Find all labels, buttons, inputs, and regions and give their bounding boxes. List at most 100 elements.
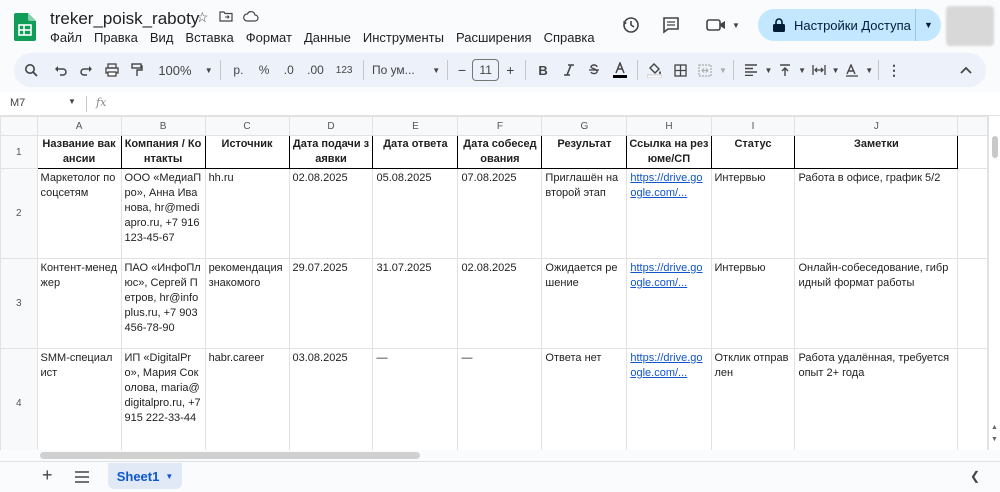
share-dropdown-icon[interactable]: ▼ [916, 20, 941, 30]
menu-item[interactable]: Расширения [456, 30, 532, 45]
comment-icon[interactable] [660, 14, 682, 36]
column-header-empty[interactable] [957, 116, 988, 136]
header-cell[interactable]: Дата подачи заявки [288, 135, 374, 169]
cell[interactable]: ООО «МедиаПро», Анна Иванова, hr@mediapr… [120, 168, 206, 259]
scroll-up-icon[interactable]: ▲ [991, 424, 998, 431]
zoom-select[interactable]: 100% [150, 58, 201, 82]
cell[interactable]: 03.08.2025 [288, 348, 374, 450]
chevron-down-icon[interactable]: ▼ [429, 58, 443, 82]
cell[interactable]: Ответа нет [541, 348, 628, 450]
header-cell[interactable]: Источник [204, 135, 290, 169]
cell[interactable]: Работа удалённая, требуется опыт 2+ года [794, 348, 959, 450]
empty-cell[interactable] [957, 348, 988, 450]
menu-item[interactable]: Справка [544, 30, 595, 45]
chevron-down-icon[interactable]: ▼ [717, 58, 729, 82]
cell[interactable]: hh.ru [204, 168, 290, 259]
menu-item[interactable]: Инструменты [363, 30, 444, 45]
chevron-down-icon[interactable]: ▼ [797, 58, 807, 82]
document-title[interactable]: treker_poisk_raboty [50, 9, 199, 29]
vertical-align-icon[interactable] [773, 58, 797, 82]
cell[interactable]: Ожидается решение [541, 258, 628, 349]
strikethrough-icon[interactable] [582, 58, 608, 82]
chevron-left-icon[interactable]: ❮ [970, 469, 980, 483]
increase-decimal-button[interactable]: .00 [302, 58, 330, 82]
percent-format-button[interactable]: % [252, 58, 276, 82]
font-select[interactable]: По ум... [368, 58, 429, 82]
cell[interactable]: 02.08.2025 [288, 168, 374, 259]
column-header[interactable]: H [626, 116, 712, 136]
menu-item[interactable]: Файл [50, 30, 82, 45]
all-sheets-icon[interactable] [74, 470, 90, 488]
redo-icon[interactable] [73, 58, 99, 82]
add-sheet-button[interactable]: + [42, 465, 53, 486]
menu-item[interactable]: Правка [94, 30, 138, 45]
row-header[interactable]: 3 [0, 258, 38, 349]
row-header[interactable]: 1 [0, 135, 38, 169]
text-rotation-icon[interactable] [841, 58, 865, 82]
menu-item[interactable]: Формат [246, 30, 292, 45]
font-size-input[interactable]: 11 [471, 59, 500, 81]
italic-icon[interactable] [556, 58, 582, 82]
select-all-corner[interactable] [0, 116, 38, 136]
header-cell[interactable]: Результат [541, 135, 628, 169]
vertical-scrollbar[interactable]: ▲ ▼ [988, 116, 1000, 450]
undo-icon[interactable] [48, 58, 74, 82]
bold-button[interactable]: B [530, 58, 556, 82]
cell[interactable]: 02.08.2025 [457, 258, 543, 349]
cell[interactable]: 31.07.2025 [372, 258, 459, 349]
column-header[interactable]: C [204, 116, 290, 136]
column-header[interactable]: F [457, 116, 543, 136]
cell[interactable]: 05.08.2025 [372, 168, 459, 259]
column-header[interactable]: A [36, 116, 122, 136]
collapse-toolbar-icon[interactable] [905, 58, 986, 82]
column-header[interactable]: D [288, 116, 374, 136]
header-cell[interactable]: Компания / Контакты [120, 135, 206, 169]
chevron-down-icon[interactable]: ▼ [764, 58, 774, 82]
share-main[interactable]: Настройки Доступа [758, 9, 916, 41]
fill-color-icon[interactable] [642, 58, 668, 82]
column-header[interactable]: G [541, 116, 628, 136]
column-header[interactable]: E [372, 116, 459, 136]
cell[interactable]: Интервью [710, 258, 796, 349]
cell[interactable]: Приглашён на второй этап [541, 168, 628, 259]
history-icon[interactable] [620, 14, 642, 36]
number-format-button[interactable]: 123 [329, 58, 359, 82]
cloud-status-icon[interactable] [242, 9, 259, 26]
star-icon[interactable]: ☆ [196, 9, 209, 26]
print-icon[interactable] [99, 58, 125, 82]
chevron-down-icon[interactable]: ▼ [165, 472, 173, 481]
header-cell[interactable]: Статус [710, 135, 796, 169]
meet-icon[interactable]: ▼ [704, 14, 742, 36]
cell[interactable]: Работа в офисе, график 5/2 [794, 168, 959, 259]
borders-icon[interactable] [668, 58, 694, 82]
text-color-icon[interactable] [607, 58, 633, 82]
cell[interactable]: — [372, 348, 459, 450]
horizontal-align-icon[interactable] [738, 58, 764, 82]
sheet-tab[interactable]: Sheet1 ▼ [108, 463, 182, 489]
chevron-down-icon[interactable]: ▼ [202, 58, 216, 82]
decrease-decimal-button[interactable]: .0 [276, 58, 302, 82]
scroll-down-icon[interactable]: ▼ [991, 436, 998, 443]
column-header[interactable]: I [710, 116, 796, 136]
formula-input[interactable] [116, 94, 976, 114]
empty-cell[interactable] [957, 258, 988, 349]
text-wrapping-icon[interactable] [807, 58, 831, 82]
more-options-icon[interactable]: ⋮ [883, 58, 905, 82]
chevron-down-icon[interactable]: ▼ [864, 58, 874, 82]
chevron-down-icon[interactable]: ▼ [68, 97, 76, 106]
search-icon[interactable] [14, 58, 48, 82]
header-cell[interactable]: Дата собеседования [457, 135, 543, 169]
cell[interactable]: 07.08.2025 [457, 168, 543, 259]
chevron-down-icon[interactable]: ▼ [831, 58, 841, 82]
font-size-decrease-button[interactable]: − [452, 58, 472, 82]
cell[interactable]: рекомендация знакомого [204, 258, 290, 349]
row-header[interactable]: 2 [0, 168, 38, 259]
header-cell[interactable]: Ссылка на резюме/СП [626, 135, 712, 169]
cell[interactable]: Контент-менеджер [36, 258, 122, 349]
menu-item[interactable]: Вставка [185, 30, 233, 45]
cell[interactable]: — [457, 348, 543, 450]
scroll-thumb[interactable] [992, 136, 998, 158]
header-cell[interactable]: Дата ответа [372, 135, 459, 169]
cell[interactable]: ИП «DigitalPro», Мария Соколова, maria@d… [120, 348, 206, 450]
cell[interactable]: habr.career [204, 348, 290, 450]
